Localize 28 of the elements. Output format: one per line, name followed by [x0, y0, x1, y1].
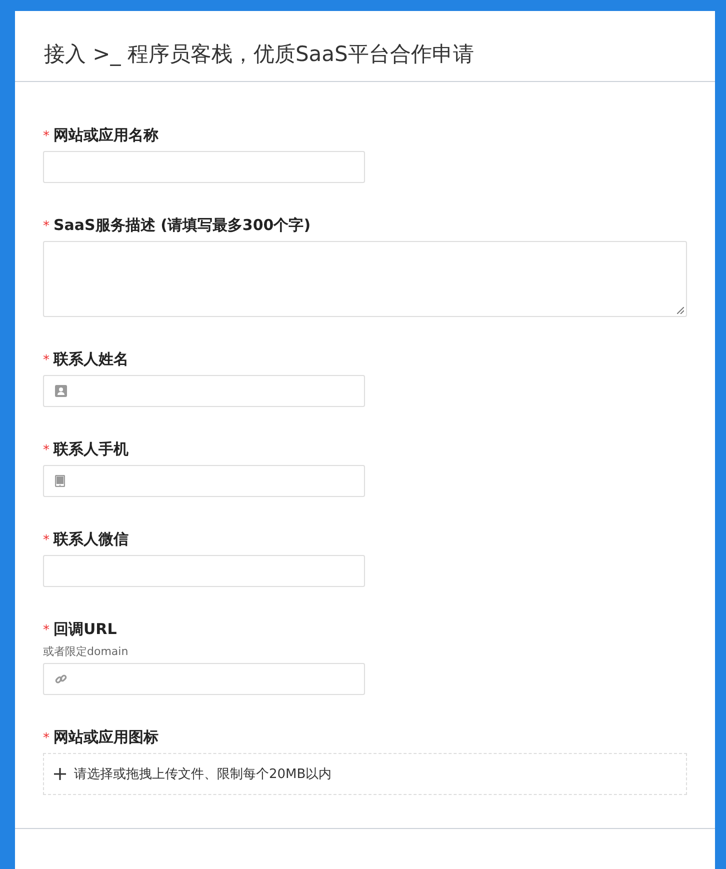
- field-label: SaaS服务描述 (请填写最多300个字): [54, 216, 311, 235]
- input-field[interactable]: [43, 663, 365, 695]
- form-title: 接入 >_ 程序员客栈，优质SaaS平台合作申请: [44, 41, 474, 68]
- field-label: 联系人姓名: [54, 350, 128, 369]
- text-field[interactable]: [43, 555, 365, 587]
- contact-card-icon: [55, 385, 67, 397]
- required-mark: *: [43, 129, 50, 144]
- tablet-icon: [55, 475, 65, 487]
- required-mark: *: [43, 731, 50, 746]
- upload-placeholder: 请选择或拖拽上传文件、限制每个20MB以内: [74, 766, 332, 783]
- required-mark: *: [43, 443, 50, 458]
- field-label: 网站或应用名称: [54, 126, 158, 145]
- field-label: 网站或应用图标: [54, 728, 158, 747]
- upload-area[interactable]: 请选择或拖拽上传文件、限制每个20MB以内: [43, 753, 687, 795]
- input-field[interactable]: [43, 465, 365, 497]
- text-field[interactable]: [43, 151, 365, 183]
- required-mark: *: [43, 219, 50, 234]
- required-mark: *: [43, 353, 50, 368]
- field-label: 联系人手机: [54, 440, 128, 459]
- required-mark: *: [43, 623, 50, 638]
- required-mark: *: [43, 533, 50, 548]
- resize-grip-icon[interactable]: [677, 307, 684, 314]
- field-label: 回调URL: [54, 620, 117, 639]
- input-field[interactable]: [43, 375, 365, 407]
- field-label: 联系人微信: [54, 530, 128, 549]
- link-icon: [55, 673, 67, 685]
- plus-icon: [54, 768, 66, 780]
- field-hint: 或者限定domain: [43, 644, 130, 659]
